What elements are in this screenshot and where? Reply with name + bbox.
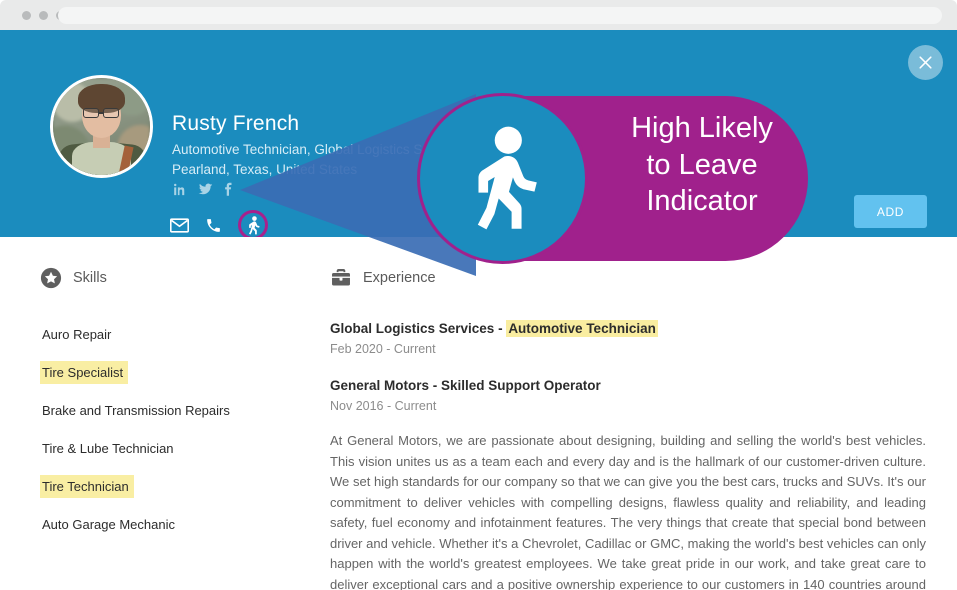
experience-item-title: Global Logistics Services - Automotive T… <box>330 320 658 337</box>
experience-header: Experience <box>330 267 926 289</box>
profile-card-app: Rusty French Automotive Technician, Glob… <box>0 0 957 590</box>
profile-location: Pearland, Texas, United States <box>172 162 358 177</box>
skill-item[interactable]: Auro Repair <box>40 323 116 346</box>
profile-name: Rusty French <box>172 112 300 135</box>
callout-line-3: Indicator <box>646 185 758 218</box>
briefcase-icon <box>332 269 350 286</box>
email-icon[interactable] <box>170 217 189 233</box>
skill-item[interactable]: Brake and Transmission Repairs <box>40 399 235 422</box>
experience-item: General Motors - Skilled Support Operato… <box>330 378 926 590</box>
phone-icon[interactable] <box>205 217 222 234</box>
social-links <box>172 182 233 197</box>
avatar <box>50 75 153 178</box>
browser-chrome <box>0 0 957 30</box>
skill-item[interactable]: Tire & Lube Technician <box>40 437 179 460</box>
experience-item-title: General Motors - Skilled Support Operato… <box>330 378 601 393</box>
contact-actions <box>170 210 268 240</box>
avatar-photo <box>53 78 150 175</box>
high-likely-to-leave-callout: High Likely to Leave Indicator <box>417 93 808 264</box>
linkedin-icon[interactable] <box>172 182 187 197</box>
skills-list: Auro Repair Tire Specialist Brake and Tran… <box>40 323 320 551</box>
skill-item[interactable]: Tire Specialist <box>40 361 129 384</box>
star-badge-icon <box>40 267 62 289</box>
experience-role-highlight: Automotive Technician <box>506 320 658 337</box>
callout-line-1: High Likely <box>631 112 773 144</box>
close-button[interactable] <box>908 45 943 80</box>
walking-person-icon-large <box>477 126 537 229</box>
experience-title: Experience <box>363 270 436 286</box>
skill-item[interactable]: Auto Garage Mechanic <box>40 513 180 536</box>
close-icon <box>919 56 932 69</box>
skills-header: Skills <box>40 267 320 289</box>
skills-title: Skills <box>73 270 107 286</box>
profile-body: Skills Auro Repair Tire Specialist Brake a… <box>0 237 957 590</box>
callout-icon-circle <box>417 93 588 264</box>
experience-item-description: At General Motors, we are passionate abo… <box>330 433 926 590</box>
walking-person-indicator-button[interactable] <box>238 210 268 240</box>
skills-section: Skills Auro Repair Tire Specialist Brake a… <box>40 267 320 551</box>
facebook-icon[interactable] <box>224 182 233 197</box>
window-dot-minimize[interactable] <box>39 11 48 20</box>
add-button[interactable]: ADD <box>854 195 927 228</box>
skill-item[interactable]: Tire Technician <box>40 475 134 498</box>
window-dot-close[interactable] <box>22 11 31 20</box>
address-bar[interactable] <box>58 7 942 24</box>
callout-text: High Likely to Leave Indicator <box>606 110 798 220</box>
experience-section: Experience Global Logistics Services - A… <box>330 267 926 590</box>
callout-line-2: to Leave <box>646 148 758 181</box>
walking-person-icon <box>248 215 260 235</box>
experience-item-dates: Nov 2016 - Current <box>330 399 437 413</box>
experience-item: Global Logistics Services - Automotive T… <box>330 320 926 356</box>
experience-list: Global Logistics Services - Automotive T… <box>330 320 926 590</box>
twitter-icon[interactable] <box>197 182 214 197</box>
experience-item-dates: Feb 2020 - Current <box>330 342 436 356</box>
